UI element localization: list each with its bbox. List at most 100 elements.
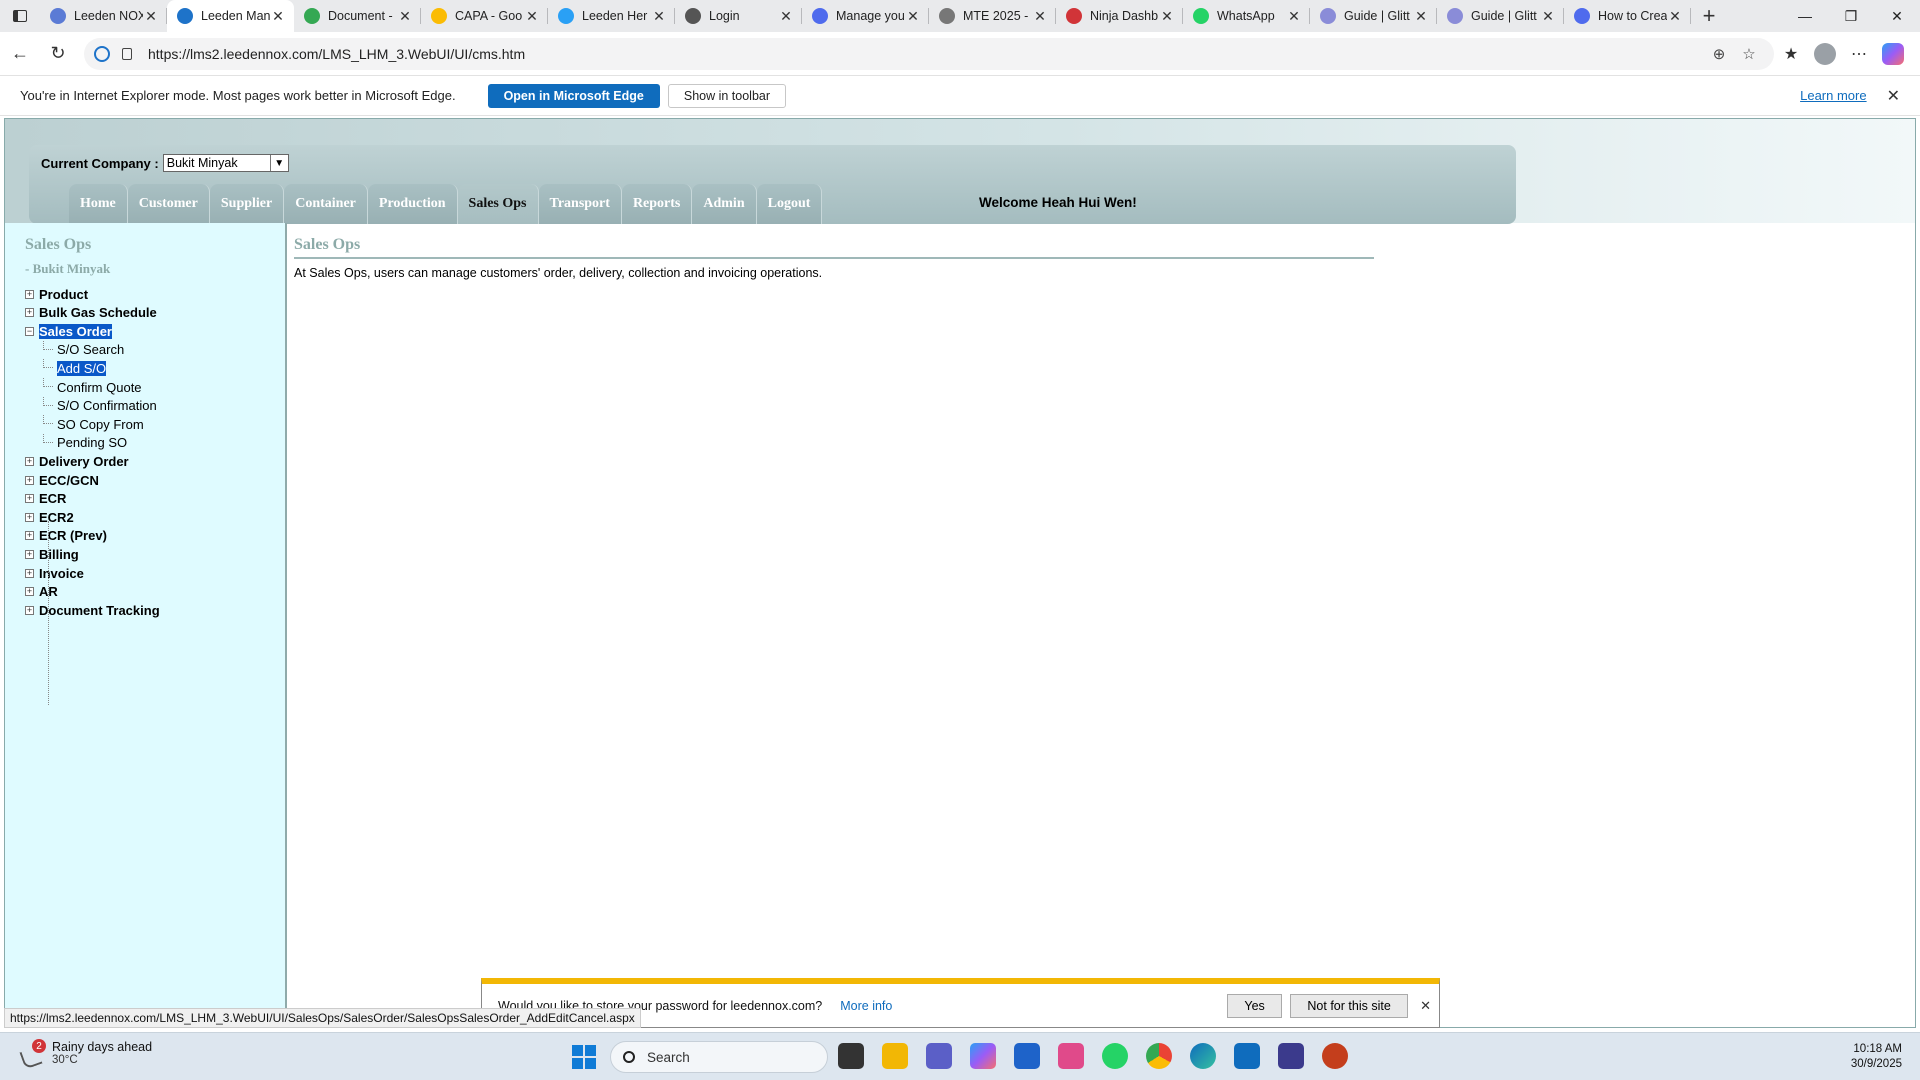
expand-icon[interactable]: + (25, 494, 34, 504)
tree-node-label[interactable]: ECR (Prev) (39, 528, 107, 543)
expand-icon[interactable]: + (25, 289, 34, 299)
taskbar-search[interactable]: Search (610, 1041, 828, 1073)
profile-button[interactable] (1808, 42, 1842, 65)
close-tab-icon[interactable]: ✕ (1667, 8, 1683, 25)
new-tab-button[interactable]: + (1691, 0, 1727, 32)
tree-node-label[interactable]: Product (39, 287, 88, 302)
close-tab-icon[interactable]: ✕ (397, 8, 413, 25)
weather-widget[interactable]: 2 Rainy days ahead 30°C (19, 1039, 152, 1070)
company-select[interactable]: Bukit Minyak ▼ (162, 154, 289, 172)
menu-item-customer[interactable]: Customer (127, 184, 210, 224)
close-tab-icon[interactable]: ✕ (1286, 8, 1302, 25)
collapse-icon[interactable]: − (25, 326, 34, 336)
expand-icon[interactable]: + (25, 549, 34, 559)
minimize-button[interactable]: — (1782, 0, 1828, 32)
menu-item-reports[interactable]: Reports (621, 184, 693, 224)
copilot-button[interactable] (1876, 42, 1910, 65)
file-explorer-icon[interactable] (882, 1043, 908, 1069)
zoom-icon[interactable]: ⊕ (1704, 45, 1734, 63)
browser-tab[interactable]: Leeden Man ✕ (167, 0, 294, 32)
tree-child-add-s-o[interactable]: Add S/O (43, 359, 107, 377)
browser-tab[interactable]: WhatsApp ✕ (1183, 0, 1310, 32)
tree-child-s-o-search[interactable]: S/O Search (43, 340, 124, 359)
lock-icon[interactable] (122, 47, 132, 60)
tree-node-document-tracking[interactable]: + Document Tracking (25, 601, 160, 619)
chevron-down-icon[interactable]: ▼ (269, 155, 288, 171)
tree-node-invoice[interactable]: + Invoice (25, 564, 84, 582)
browser-tab[interactable]: Leeden NOX ✕ (40, 0, 167, 32)
restore-button[interactable]: ❐ (1828, 0, 1874, 32)
close-tab-icon[interactable]: ✕ (905, 8, 921, 25)
teams-icon[interactable] (926, 1043, 952, 1069)
tree-node-label[interactable]: Document Tracking (39, 603, 160, 618)
menu-item-admin[interactable]: Admin (692, 184, 757, 224)
close-tab-icon[interactable]: ✕ (778, 8, 794, 25)
close-window-button[interactable]: ✕ (1874, 0, 1920, 32)
browser-tab[interactable]: Document - ✕ (294, 0, 421, 32)
close-tab-icon[interactable]: ✕ (270, 8, 286, 25)
browser-tab[interactable]: Ninja Dashb ✕ (1056, 0, 1183, 32)
learn-more-link[interactable]: Learn more (1800, 88, 1866, 103)
expand-icon[interactable]: + (25, 308, 34, 318)
tree-node-sales-order[interactable]: − Sales Order (25, 322, 112, 340)
favorite-star-icon[interactable]: ☆ (1734, 45, 1764, 63)
tree-child-s-o-confirmation[interactable]: S/O Confirmation (43, 396, 157, 415)
tree-node-ecr-prev-[interactable]: + ECR (Prev) (25, 527, 107, 545)
more-menu-icon[interactable]: ⋯ (1842, 44, 1876, 64)
tree-node-label[interactable]: ECR2 (39, 510, 74, 525)
tree-child-label[interactable]: Add S/O (57, 360, 107, 376)
tree-node-label[interactable]: ECC/GCN (39, 473, 99, 488)
address-bar[interactable]: https://lms2.leedennox.com/LMS_LHM_3.Web… (84, 37, 1774, 70)
not-for-this-site-button[interactable]: Not for this site (1290, 993, 1409, 1018)
edge-icon[interactable] (1190, 1043, 1216, 1069)
expand-icon[interactable]: + (25, 531, 34, 541)
menu-item-logout[interactable]: Logout (756, 184, 823, 224)
menu-item-production[interactable]: Production (367, 184, 458, 224)
app-icon[interactable] (1278, 1043, 1304, 1069)
favorites-icon[interactable]: ★ (1774, 44, 1808, 64)
close-tab-icon[interactable]: ✕ (651, 8, 667, 25)
whatsapp-icon[interactable] (1102, 1043, 1128, 1069)
tree-node-ecc-gcn[interactable]: + ECC/GCN (25, 471, 99, 489)
expand-icon[interactable]: + (25, 475, 34, 485)
menu-item-sales-ops[interactable]: Sales Ops (457, 184, 539, 224)
browser-tab[interactable]: Login ✕ (675, 0, 802, 32)
close-tab-icon[interactable]: ✕ (1032, 8, 1048, 25)
copilot-app-icon[interactable] (970, 1043, 996, 1069)
powerpoint-icon[interactable] (1322, 1043, 1348, 1069)
tree-child-label[interactable]: S/O Search (57, 342, 124, 357)
close-tab-icon[interactable]: ✕ (1540, 8, 1556, 25)
close-tab-icon[interactable]: ✕ (524, 8, 540, 25)
start-button[interactable] (572, 1045, 596, 1069)
close-tab-icon[interactable]: ✕ (1413, 8, 1429, 25)
tree-node-product[interactable]: + Product (25, 285, 88, 303)
tree-child-so-copy-from[interactable]: SO Copy From (43, 415, 144, 433)
browser-tab[interactable]: Manage you ✕ (802, 0, 929, 32)
expand-icon[interactable]: + (25, 587, 34, 597)
browser-tab[interactable]: How to Crea ✕ (1564, 0, 1691, 32)
expand-icon[interactable]: + (25, 512, 34, 522)
browser-tab[interactable]: CAPA - Goo ✕ (421, 0, 548, 32)
browser-tab[interactable]: Leeden Her ✕ (548, 0, 675, 32)
menu-item-container[interactable]: Container (284, 184, 368, 224)
close-tab-icon[interactable]: ✕ (143, 8, 159, 25)
outlook-icon[interactable] (1234, 1043, 1260, 1069)
tree-node-bulk-gas-schedule[interactable]: + Bulk Gas Schedule (25, 304, 157, 322)
tree-node-ar[interactable]: + AR (25, 583, 58, 601)
back-button[interactable]: ← (2, 36, 38, 72)
tree-child-label[interactable]: Pending SO (57, 435, 127, 450)
tree-node-label[interactable]: Billing (39, 547, 79, 562)
tree-node-label[interactable]: ECR (39, 491, 66, 506)
system-clock[interactable]: 10:18 AM 30/9/2025 (1851, 1042, 1902, 1072)
tree-node-ecr2[interactable]: + ECR2 (25, 508, 74, 526)
expand-icon[interactable]: + (25, 456, 34, 466)
tree-node-label[interactable]: Invoice (39, 566, 84, 581)
snipping-tool-icon[interactable] (1058, 1043, 1084, 1069)
menu-item-home[interactable]: Home (69, 184, 128, 224)
show-in-toolbar-button[interactable]: Show in toolbar (667, 83, 787, 108)
expand-icon[interactable]: + (25, 568, 34, 578)
menu-item-supplier[interactable]: Supplier (209, 184, 285, 224)
tree-node-billing[interactable]: + Billing (25, 545, 79, 563)
tree-node-ecr[interactable]: + ECR (25, 490, 66, 508)
ie-mode-icon[interactable] (94, 45, 110, 62)
